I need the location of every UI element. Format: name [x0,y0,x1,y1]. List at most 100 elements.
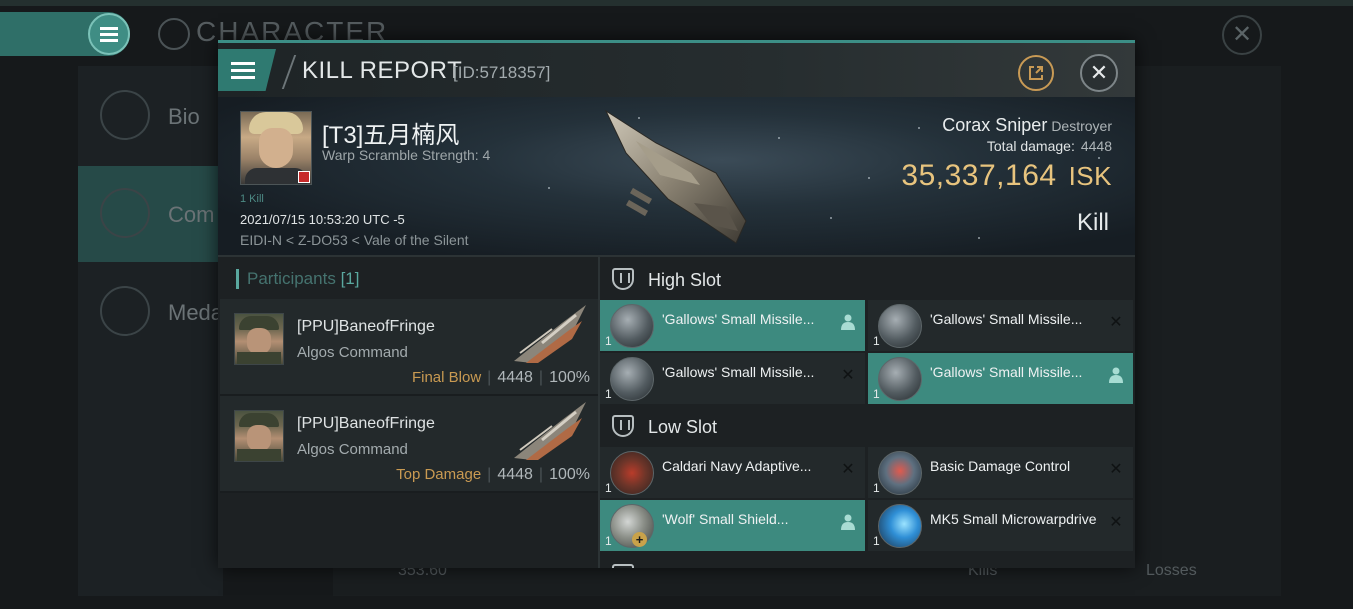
participant-stats: Top Damage | 4448 | 100% [396,466,590,483]
isk-unit: ISK [1068,161,1112,191]
victim-name: [T3]五月楠风 [322,122,460,149]
character-icon [158,18,190,50]
sidebar-item-label: Com [168,202,215,227]
participant-name: [PPU]BaneofFringe [297,415,435,432]
participant-ship-image [514,402,586,460]
adaptive-hardener-icon [610,451,654,495]
participant-row[interactable]: [PPU]BaneofFringe Algos Command Top Dama… [220,396,598,493]
kill-location[interactable]: EIDI-N < Z-DO53 < Vale of the Silent [240,232,469,248]
participant-row[interactable]: [PPU]BaneofFringe Algos Command Final Bl… [220,299,598,396]
module-item[interactable]: 1 Caldari Navy Adaptive... ✕ [600,447,865,498]
result-label: Kill [1076,209,1109,236]
victim-ship-image [596,103,766,253]
close-icon: ✕ [1089,60,1109,85]
participants-panel: Participants [1] [PPU]BaneofFringe Algos… [218,255,600,568]
destroyed-x-icon: ✕ [841,367,855,384]
module-item[interactable]: 1 Basic Damage Control ✕ [868,447,1133,498]
module-quantity: 1 [605,387,612,401]
destroyed-x-icon: ✕ [1109,514,1123,531]
module-quantity: 1 [873,534,880,548]
damage-control-icon [878,451,922,495]
fitting-panel: High Slot 1 'Gallows' Small Missile... 1… [600,255,1135,568]
total-damage-value: 4448 [1080,138,1112,154]
high-slot-label: High Slot [648,270,722,290]
menu-button[interactable] [218,49,276,91]
crossed-swords-icon [100,188,150,238]
module-quantity: 1 [605,334,612,348]
module-name: MK5 Small Microwarpdrive [930,511,1097,527]
close-button[interactable]: ✕ [1080,54,1118,92]
plus-badge-icon: + [632,532,647,547]
participant-avatar[interactable] [234,410,284,462]
background-losses-label: Losses [1146,562,1197,579]
dropped-person-icon [1107,367,1125,385]
module-item[interactable]: 1 'Gallows' Small Missile... ✕ [868,300,1133,351]
module-name: 'Gallows' Small Missile... [662,311,815,327]
participant-ship-image [514,305,586,363]
missile-launcher-icon [610,357,654,401]
participant-avatar[interactable] [234,313,284,365]
low-slot-label: Low Slot [648,417,718,437]
module-item[interactable]: + 1 'Wolf' Small Shield... [600,500,865,551]
participant-damage: 4448 [497,466,533,483]
bio-icon [100,90,150,140]
missile-launcher-icon [878,357,922,401]
participant-ship: Algos Command [297,441,408,458]
background-menu-icon[interactable] [88,13,130,55]
sidebar-item-combat[interactable]: Com [78,166,223,262]
module-name: Basic Damage Control [930,458,1071,474]
hamburger-icon [231,68,255,72]
background-top-bar [0,0,1353,6]
module-item[interactable]: 1 MK5 Small Microwarpdrive ✕ [868,500,1133,551]
destroyed-x-icon: ✕ [1109,314,1123,331]
dropped-person-icon [839,514,857,532]
low-slot-icon [612,415,634,437]
destroyed-x-icon: ✕ [1109,461,1123,478]
isk-amount: 35,337,164 [901,159,1057,192]
mid-slot-icon [612,564,634,568]
isk-value: 35,337,164 ISK [901,159,1112,193]
background-close-icon[interactable]: ✕ [1222,15,1262,55]
participants-label: Participants [247,269,336,288]
participants-count: [1] [340,269,360,288]
ship-class: Destroyer [1051,118,1112,134]
participant-ship: Algos Command [297,344,408,361]
module-quantity: 1 [873,387,880,401]
share-button[interactable] [1018,55,1054,91]
module-item[interactable]: 1 'Gallows' Small Missile... [868,353,1133,404]
participant-tag: Top Damage [396,466,482,483]
share-icon [1029,66,1043,80]
participant-stats: Final Blow | 4448 | 100% [411,369,590,386]
missile-launcher-icon [878,304,922,348]
module-quantity: 1 [605,481,612,495]
sidebar-item-bio[interactable]: Bio [78,68,223,164]
module-name: Caldari Navy Adaptive... [662,458,812,474]
low-slot-header: Low Slot [600,406,1135,448]
module-item[interactable]: 1 'Gallows' Small Missile... ✕ [600,353,865,404]
kill-count: 1 Kill [240,193,264,205]
victim-ship-name: Corax Sniper Destroyer [942,115,1112,136]
module-name: 'Gallows' Small Missile... [662,364,815,380]
header-divider [281,55,297,89]
total-damage-label: Total damage: [986,138,1075,154]
ship-name-label: Corax Sniper [942,115,1048,135]
high-slot-header: High Slot [600,259,1135,301]
security-status-badge [298,171,310,183]
total-damage: Total damage: 4448 [987,138,1112,154]
microwarpdrive-icon [878,504,922,548]
report-id: [ID:5718357] [453,63,551,82]
participant-damage: 4448 [497,369,533,386]
destroyed-x-icon: ✕ [841,461,855,478]
module-item[interactable]: 1 'Gallows' Small Missile... [600,300,865,351]
module-name: 'Gallows' Small Missile... [930,311,1083,327]
module-quantity: 1 [605,534,612,548]
dialog-header: KILL REPORT [ID:5718357] ✕ [218,43,1135,97]
sidebar-item-medals[interactable]: Meda [78,264,223,360]
victim-subtitle: Warp Scramble Strength: 4 [322,147,491,163]
victim-banner: [T3]五月楠风 Warp Scramble Strength: 4 1 Kil… [218,97,1135,255]
dropped-person-icon [839,314,857,332]
participants-header: Participants [1] [236,269,359,289]
module-quantity: 1 [873,481,880,495]
module-quantity: 1 [873,334,880,348]
participant-percent: 100% [549,369,590,386]
